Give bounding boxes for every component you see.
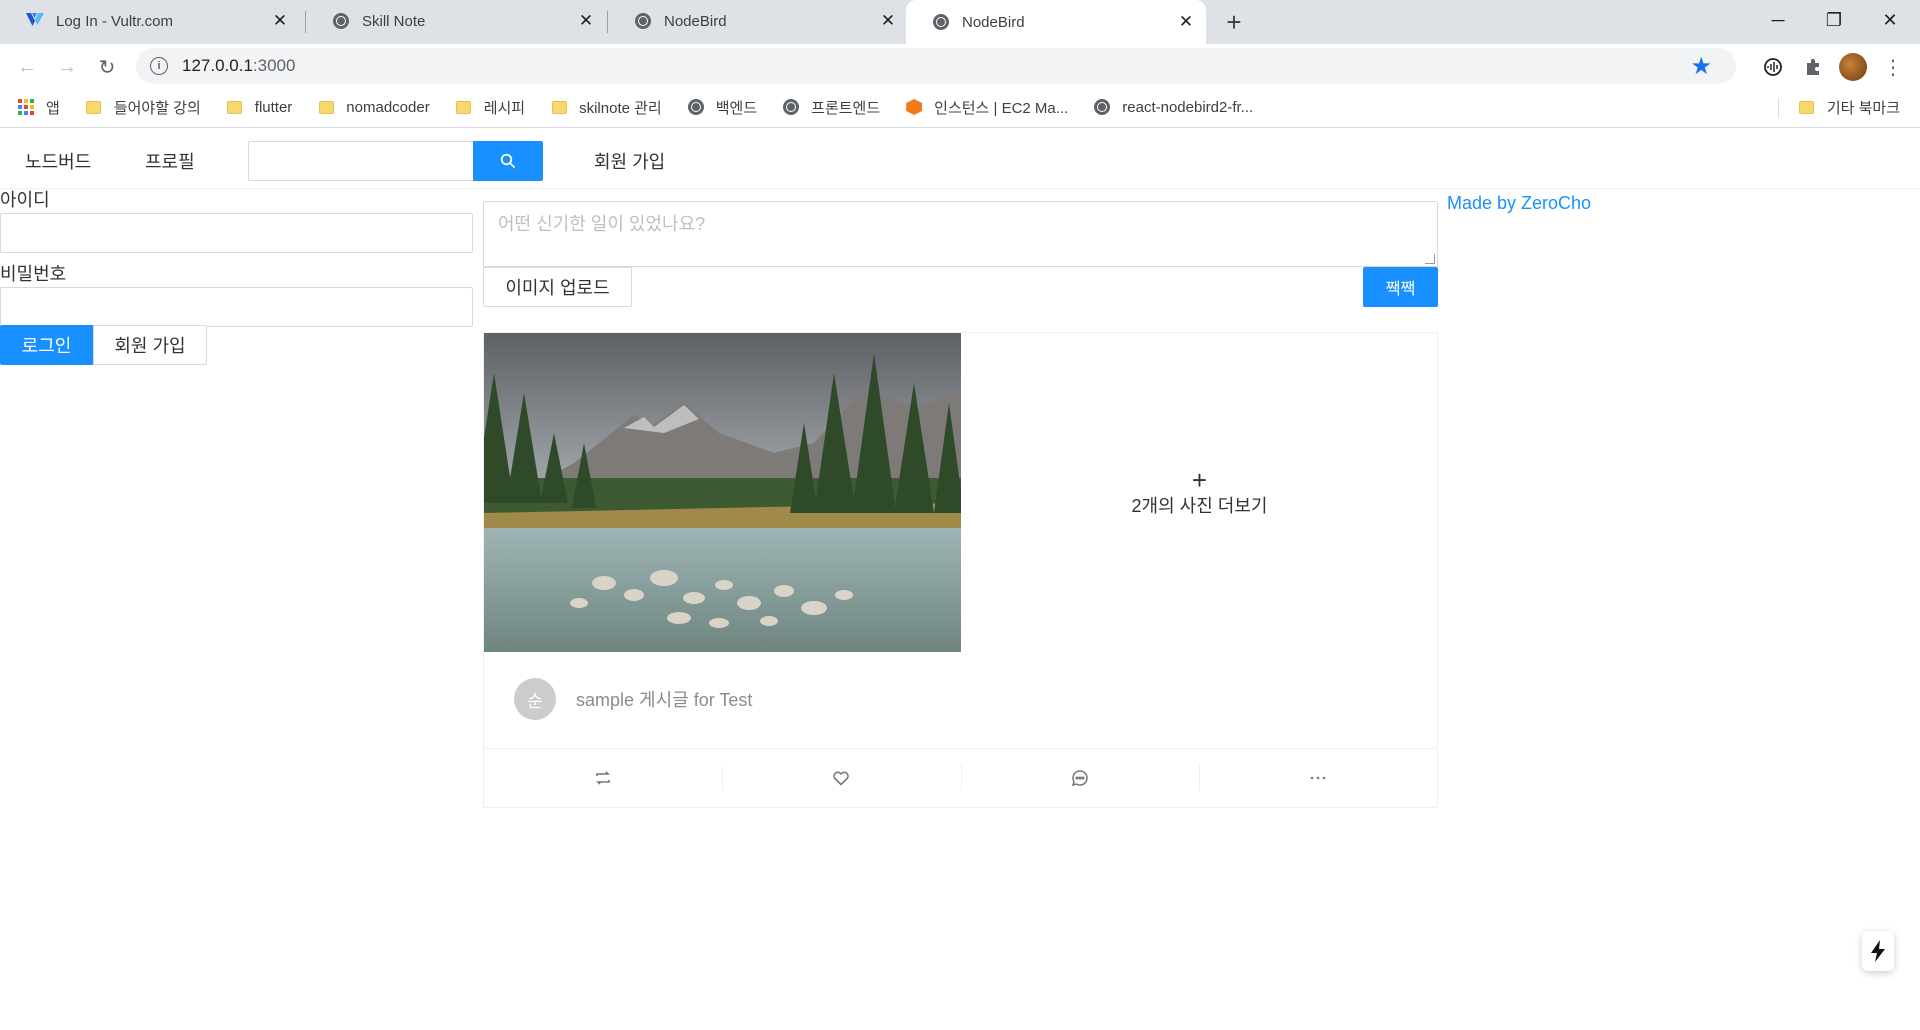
folder-icon [227,99,243,115]
page-content: 노드버드 프로필 회원 가입 아이디 비밀번호 로그인 회원 가입 어떤 신기한… [0,129,1920,1030]
reload-icon[interactable]: ↻ [92,52,122,82]
heart-icon [833,771,850,786]
tab-title: NodeBird [962,13,1025,31]
minimize-icon[interactable]: ─ [1750,0,1806,40]
signup-button[interactable]: 회원 가입 [93,325,207,365]
plus-icon: + [1191,464,1208,495]
id-input[interactable] [0,213,473,253]
bookmark-link[interactable]: 백엔드 [687,97,757,118]
submit-post-button[interactable]: 짹짹 [1363,267,1438,307]
other-bookmarks[interactable]: 기타 북마크 [1799,97,1900,118]
extensions-puzzle-icon[interactable] [1798,52,1828,82]
search-button[interactable] [473,141,543,181]
search-icon [500,153,515,168]
bookmark-folder[interactable]: skilnote 관리 [551,97,662,118]
comment-button[interactable] [960,749,1199,807]
back-icon[interactable]: ← [12,52,42,82]
info-icon[interactable]: i [150,57,168,75]
tab-title: Skill Note [362,12,426,30]
avatar[interactable]: 순 [514,678,556,720]
globe-icon [932,13,950,31]
post-card: + 2개의 사진 더보기 순 sample 게시글 for Test [483,332,1438,808]
retweet-icon [596,771,611,785]
more-photos-label: 2개의 사진 더보기 [1131,495,1268,516]
bookmarks-bar: 앱 들어야할 강의 flutter nomadcoder 레시피 skilnot… [0,90,1920,124]
more-photos-button[interactable]: + 2개의 사진 더보기 [961,333,1438,652]
bookmark-folder[interactable]: 들어야할 강의 [86,97,201,118]
tab-nodebird-active[interactable]: NodeBird ✕ [906,0,1206,44]
more-button[interactable] [1198,749,1437,807]
password-input[interactable] [0,287,473,327]
folder-icon [318,99,334,115]
vultr-logo-icon [26,12,44,30]
globe-icon [332,12,350,30]
close-window-icon[interactable]: ✕ [1862,0,1918,40]
image-upload-button[interactable]: 이미지 업로드 [483,267,632,307]
close-tab-icon[interactable]: ✕ [270,11,290,31]
address-bar[interactable]: i 127.0.0.1:3000 ★ [136,48,1736,84]
globe-icon [634,12,652,30]
url-text[interactable]: 127.0.0.1:3000 [182,56,295,76]
like-button[interactable] [722,749,960,807]
message-icon [1071,770,1088,787]
post-form: 어떤 신기한 일이 있었나요? 이미지 업로드 짹짹 [483,201,1438,307]
bookmark-apps[interactable]: 앱 [18,97,60,118]
close-tab-icon[interactable]: ✕ [576,11,596,31]
resize-handle-icon[interactable] [1425,254,1435,264]
restore-icon[interactable]: ❐ [1806,0,1862,40]
menu-kebab-icon[interactable]: ⋮ [1878,52,1908,82]
bookmark-link[interactable]: 인스턴스 | EC2 Ma... [906,97,1068,118]
tab-strip: Log In - Vultr.com ✕ Skill Note ✕ NodeBi… [0,0,1920,44]
bookmark-folder[interactable]: flutter [227,99,292,116]
aws-icon [906,99,923,115]
folder-icon [456,99,472,115]
tab-vultr[interactable]: Log In - Vultr.com ✕ [0,0,300,42]
folder-icon [1799,99,1815,115]
globe-icon [1094,99,1111,115]
folder-icon [86,99,102,115]
tab-title: Log In - Vultr.com [56,12,173,30]
forward-icon[interactable]: → [52,52,82,82]
post-textarea[interactable]: 어떤 신기한 일이 있었나요? [483,201,1438,267]
ellipsis-icon [1310,776,1326,780]
search-input[interactable] [248,141,474,181]
browser-toolbar: ← → ↻ i 127.0.0.1:3000 ★ ⋮ 앱 들어야할 강의 flu… [0,44,1920,128]
bookmark-link[interactable]: react-nodebird2-fr... [1094,99,1253,116]
bookmark-folder[interactable]: nomadcoder [318,99,430,116]
bookmark-link[interactable]: 프론트엔드 [783,97,880,118]
profile-avatar[interactable] [1839,53,1867,81]
new-tab-button[interactable]: + [1220,7,1248,37]
folder-icon [551,99,567,115]
bookmark-star-icon[interactable]: ★ [1690,52,1712,81]
tab-nodebird[interactable]: NodeBird ✕ [608,0,908,42]
extension-audio-icon[interactable] [1758,52,1788,82]
globe-icon [687,99,704,115]
apps-grid-icon [18,99,34,115]
menu-profile-link[interactable]: 프로필 [145,148,195,174]
made-by-link[interactable]: Made by ZeroCho [1447,193,1591,214]
post-actions [484,748,1437,807]
id-label: 아이디 [0,190,50,210]
password-label: 비밀번호 [0,264,67,284]
post-content: sample 게시글 for Test [576,690,753,710]
menu-home-link[interactable]: 노드버드 [25,148,91,174]
post-image[interactable] [484,333,961,652]
login-form: 아이디 비밀번호 [0,189,473,337]
retweet-button[interactable] [484,749,722,807]
bookmark-folder[interactable]: 레시피 [456,97,525,118]
globe-icon [783,99,800,115]
post-meta: 순 sample 게시글 for Test [514,678,752,720]
menu-signup-link[interactable]: 회원 가입 [594,148,665,174]
top-menu: 노드버드 프로필 회원 가입 [0,129,1920,189]
close-tab-icon[interactable]: ✕ [878,11,898,31]
close-tab-icon[interactable]: ✕ [1176,12,1196,32]
post-placeholder: 어떤 신기한 일이 있었나요? [498,214,706,234]
lightning-icon[interactable] [1862,931,1894,971]
tab-title: NodeBird [664,12,727,30]
login-button[interactable]: 로그인 [0,325,93,365]
tab-skill-note[interactable]: Skill Note ✕ [306,0,606,42]
